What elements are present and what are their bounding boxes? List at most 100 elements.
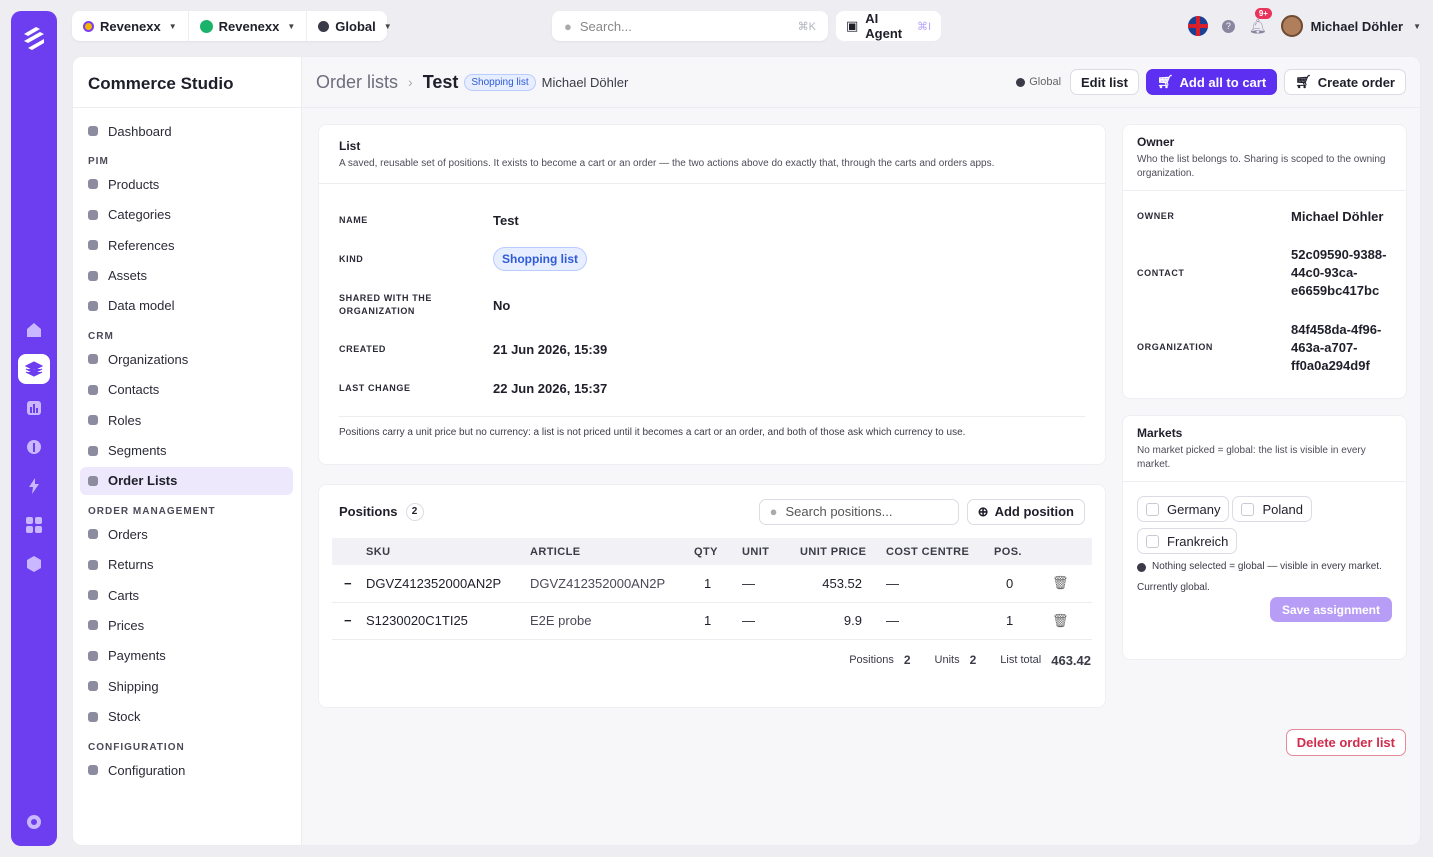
shared-row: SHARED WITH THE ORGANIZATION No [319,280,1105,330]
add-position-button[interactable]: ⊕ Add position [966,498,1085,525]
sidebar-item-label: Categories [108,207,171,223]
app-logo-icon[interactable] [19,23,49,53]
cart-icon: 🛒︎ [1156,74,1174,89]
tenant-selector[interactable]: Revenexx ▼ [72,11,188,41]
sidebar-item-segments[interactable]: Segments [80,437,293,465]
analytics-icon[interactable] [18,393,50,423]
column-header-pos[interactable]: POS. [994,538,1052,565]
sidebar-item-orders[interactable]: Orders [80,520,293,548]
warehouse-icon [88,711,98,722]
sidebar-item-shipping[interactable]: Shipping [80,672,293,700]
pin-icon[interactable] [18,432,50,462]
owner-value: Michael Döhler [1291,208,1384,224]
markets-card-subtitle: No market picked = global: the list is v… [1137,445,1366,470]
column-header-cost-centre[interactable]: COST CENTRE [886,538,994,565]
organization-line: 84f458da-4f96- [1291,321,1382,337]
sidebar-item-contacts[interactable]: Contacts [80,376,293,404]
totals-list-total-label: List total [1000,654,1042,666]
layers-icon[interactable] [18,354,50,384]
sidebar-item-categories[interactable]: Categories [80,201,293,229]
owner-name: Michael Döhler [541,74,629,90]
totals-positions-value: 2 [903,653,911,667]
edit-list-button[interactable]: Edit list [1070,69,1139,95]
globe-icon [1137,563,1146,572]
sidebar-item-configuration[interactable]: Configuration [80,756,293,784]
market-checkbox-germany[interactable]: Germany [1137,496,1230,522]
table-header-row: SKU ARTICLE QTY UNIT UNIT PRICE COST CEN… [332,538,1092,565]
trash-icon[interactable]: 🗑︎ [1052,602,1092,640]
help-icon[interactable]: ? [1221,19,1235,33]
building-icon [88,354,98,365]
home-icon[interactable] [18,315,50,345]
settings-gear-icon[interactable] [25,813,43,834]
apps-grid-icon[interactable] [18,510,50,540]
positions-totals: Positions 2 Units 2 List total 463.42 [319,640,1105,668]
contact-line: 52c09590-9388- [1291,247,1387,262]
sidebar-item-data-model[interactable]: Data model [80,292,293,320]
name-value: Test [493,212,519,228]
ai-agent-button[interactable]: ▣ AI Agent ⌘I [836,11,941,41]
user-menu[interactable]: Michael Döhler ▼ [1280,15,1421,37]
scope-selector: Revenexx ▼ Revenexx ▼ Global ▼ [72,11,392,41]
sidebar-item-assets[interactable]: Assets [80,262,293,290]
credit-card-icon [88,650,98,661]
uk-flag-language-icon[interactable] [1187,16,1208,36]
globe-icon [318,20,330,32]
list-details-card: List A saved, reusable set of positions.… [318,124,1106,465]
sidebar-item-roles[interactable]: Roles [80,406,293,434]
cost-centre-cell: — [886,602,994,640]
market-selector[interactable]: Global ▼ [306,11,402,41]
notifications-bell-icon[interactable]: 🔔︎ 9+ [1249,7,1272,35]
created-label: CREATED [339,343,387,354]
add-all-to-cart-button[interactable]: 🛒︎ Add all to cart [1145,69,1278,95]
organization-line: 463a-a707- [1291,339,1358,355]
trash-icon[interactable]: 🗑︎ [1052,565,1092,603]
sidebar-item-products[interactable]: Products [80,170,293,198]
markets-card-header: Markets No market picked = global: the l… [1123,416,1406,482]
org-selector[interactable]: Revenexx ▼ [187,11,307,41]
sidebar-item-order-lists[interactable]: Order Lists [80,466,293,495]
contact-line: e6659bc417bc [1291,283,1380,298]
sidebar-item-payments[interactable]: Payments [80,642,293,670]
tag-icon [88,620,98,631]
sidebar-item-returns[interactable]: Returns [80,551,293,579]
markets-hint: Nothing selected = global — visible in e… [1123,560,1406,574]
sidebar-item-label: References [108,237,175,253]
return-arrow-icon [88,559,98,570]
sidebar-item-carts[interactable]: Carts [80,581,293,609]
sidebar-item-prices[interactable]: Prices [80,611,293,639]
sidebar-section-configuration: CONFIGURATION [88,742,185,754]
save-assignment-button[interactable]: Save assignment [1269,597,1392,622]
create-order-button[interactable]: 🛒︎ Create order [1284,69,1406,95]
bookmark-icon [88,475,98,486]
table-row: − DGVZ412352000AN2P DGVZ412352000AN2P 1 … [332,565,1092,603]
column-header-unit[interactable]: UNIT [742,538,800,565]
breadcrumb-order-lists[interactable]: Order lists [316,72,398,93]
lightning-icon[interactable] [18,471,50,501]
collapse-row-icon[interactable]: − [332,602,366,640]
column-header-sku[interactable]: SKU [366,538,530,565]
sidebar-item-organizations[interactable]: Organizations [80,345,293,373]
owner-row: OWNER Michael Döhler [1123,191,1406,241]
positions-search-input[interactable]: ● Search positions... [758,498,959,525]
sidebar-item-references[interactable]: References [80,231,293,259]
global-search-input[interactable]: ● Search... ⌘K [552,11,828,41]
collapse-row-icon[interactable]: − [332,565,366,603]
column-header-unit-price[interactable]: UNIT PRICE [800,538,886,565]
sidebar-item-dashboard[interactable]: Dashboard [80,117,293,145]
column-header-qty[interactable]: QTY [694,538,742,565]
column-header-expand [332,538,366,565]
column-header-article[interactable]: ARTICLE [530,538,694,565]
sidebar-item-stock[interactable]: Stock [80,703,293,731]
cube-icon[interactable] [18,549,50,579]
organization-label: ORGANIZATION [1137,342,1214,352]
owner-label: OWNER [1137,210,1175,221]
app-rail [11,11,57,846]
market-checkbox-frankreich[interactable]: Frankreich [1137,528,1238,554]
sidebar-section-crm: CRM [88,331,114,343]
market-checkbox-poland[interactable]: Poland [1232,496,1312,522]
chevron-down-icon: ▼ [168,21,177,31]
market-option-label: Germany [1167,501,1221,517]
delete-order-list-button[interactable]: Delete order list [1285,729,1406,756]
kind-pill: Shopping list [493,247,587,271]
